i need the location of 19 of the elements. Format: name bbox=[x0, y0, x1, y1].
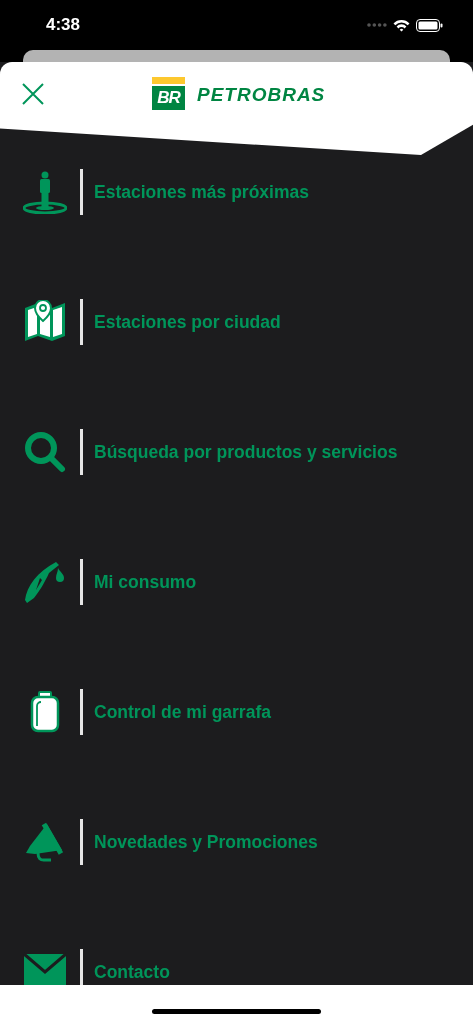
menu-link[interactable]: Mi consumo bbox=[94, 571, 197, 593]
menu-link[interactable]: Contacto bbox=[94, 961, 170, 983]
close-button[interactable] bbox=[22, 83, 44, 105]
signal-dots-icon bbox=[367, 23, 387, 27]
logo-stripe bbox=[152, 77, 185, 84]
battery-icon bbox=[416, 18, 443, 32]
menu-link[interactable]: Estaciones por ciudad bbox=[94, 311, 281, 333]
person-on-spot-icon bbox=[23, 170, 67, 214]
menu-link[interactable]: Estaciones más próximas bbox=[94, 181, 309, 203]
menu-link[interactable]: Control de mi garrafa bbox=[94, 701, 271, 723]
fuel-nozzle-icon bbox=[23, 560, 67, 604]
map-pin-icon bbox=[23, 300, 67, 344]
status-time: 4:38 bbox=[46, 15, 81, 35]
menu-link[interactable]: Búsqueda por productos y servicios bbox=[94, 441, 398, 463]
logo-mark: BR bbox=[152, 86, 185, 110]
wifi-icon bbox=[393, 18, 410, 32]
brand-name: PETROBRAS bbox=[197, 83, 326, 106]
search-icon bbox=[23, 430, 67, 474]
menu-link[interactable]: Novedades y Promociones bbox=[94, 831, 318, 853]
